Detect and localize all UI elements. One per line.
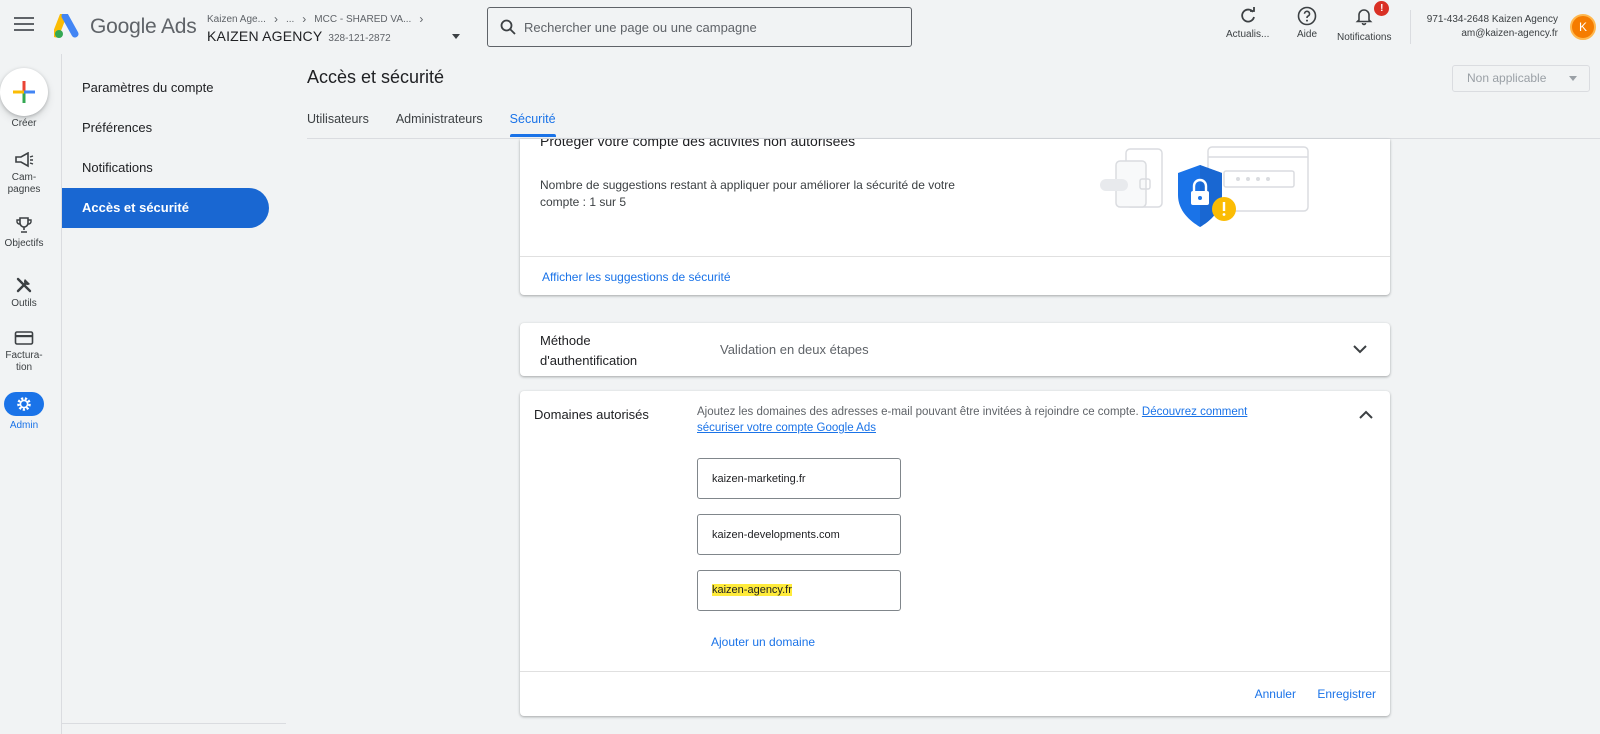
rail-admin[interactable]: Admin <box>0 392 48 432</box>
security-suggestions-card: Protéger votre compte des activités non … <box>520 139 1390 295</box>
caret-down-icon[interactable] <box>452 34 460 39</box>
save-button[interactable]: Enregistrer <box>1317 687 1376 701</box>
subnav-item-account-settings[interactable]: Paramètres du compte <box>62 68 269 108</box>
rail-create[interactable]: Créer <box>0 118 48 130</box>
plus-icon <box>13 81 35 103</box>
subnav-item-preferences[interactable]: Préférences <box>62 108 269 148</box>
rail-goals-label: Objectifs <box>4 238 44 249</box>
trophy-icon <box>16 217 32 233</box>
breadcrumb-item[interactable]: MCC - SHARED VA... <box>314 14 411 25</box>
divider <box>1410 10 1411 44</box>
search-input[interactable] <box>524 19 894 35</box>
rail-billing[interactable]: Factura- tion <box>0 330 48 374</box>
account-selector[interactable]: Kaizen Age... › ... › MCC - SHARED VA...… <box>207 12 460 44</box>
notification-badge: ! <box>1374 1 1390 16</box>
rail-campaigns[interactable]: Cam- pagnes <box>0 152 48 196</box>
tab-security[interactable]: Sécurité <box>509 104 556 137</box>
subnav-item-notifications[interactable]: Notifications <box>62 148 269 188</box>
help-button[interactable]: Aide <box>1297 6 1317 40</box>
tools-icon <box>16 277 32 293</box>
rail-admin-label: Admin <box>9 420 39 431</box>
authorized-domains-card: Domaines autorisés Ajoutez les domaines … <box>520 391 1390 716</box>
user-account-line: 971-434-2648 Kaizen Agency <box>1426 14 1558 25</box>
authorized-domains-description: Ajoutez les domaines des adresses e-mail… <box>697 404 1257 436</box>
divider <box>520 671 1390 672</box>
highlighted-domain: kaizen-agency.fr <box>712 584 792 596</box>
domain-input[interactable] <box>697 514 901 555</box>
security-card-description: Nombre de suggestions restant à applique… <box>540 178 955 209</box>
subnav-item-access-security[interactable]: Accès et sécurité <box>62 188 269 228</box>
google-ads-logo[interactable]: Google Ads <box>54 14 197 40</box>
breadcrumb-item[interactable]: ... <box>286 14 294 25</box>
megaphone-icon <box>15 152 34 168</box>
security-card-title: Protéger votre compte des activités non … <box>540 139 856 149</box>
admin-subnav: Paramètres du compte Préférences Notific… <box>62 54 286 734</box>
rail-tools-label: Outils <box>11 298 37 309</box>
chevron-up-icon[interactable] <box>1358 409 1374 421</box>
notifications-button[interactable]: ! Notifications <box>1337 1 1392 43</box>
rail-create-label: Créer <box>11 118 37 129</box>
authorized-domains-label: Domaines autorisés <box>534 407 649 422</box>
account-name: KAIZEN AGENCY <box>207 28 323 44</box>
credit-card-icon <box>14 331 34 345</box>
product-name: Google Ads <box>90 15 197 38</box>
divider <box>62 723 286 724</box>
auth-method-card[interactable]: Méthode d'authentification Validation en… <box>520 323 1390 376</box>
avatar[interactable]: K <box>1570 14 1596 40</box>
google-ads-logo-icon <box>54 14 79 38</box>
rail-goals[interactable]: Objectifs <box>0 216 48 250</box>
notifications-label: Notifications <box>1337 32 1392 43</box>
admin-pill <box>4 392 44 416</box>
auth-method-label: Méthode d'authentification <box>540 333 638 368</box>
cancel-button[interactable]: Annuler <box>1255 687 1296 701</box>
gear-icon <box>17 397 31 411</box>
menu-icon[interactable] <box>14 17 34 31</box>
authorized-domains-text: Ajoutez les domaines des adresses e-mail… <box>697 406 1142 418</box>
search-bar[interactable] <box>487 7 912 47</box>
domain-input[interactable]: kaizen-agency.fr <box>697 570 901 611</box>
status-select-value: Non applicable <box>1467 71 1547 85</box>
auth-method-value: Validation en deux étapes <box>720 342 869 357</box>
chevron-right-icon: › <box>273 12 278 26</box>
account-id: 328-121-2872 <box>328 33 391 44</box>
refresh-button[interactable]: Actualis... <box>1226 6 1269 40</box>
breadcrumb-item[interactable]: Kaizen Age... <box>207 14 266 25</box>
help-label: Aide <box>1297 29 1318 40</box>
security-illustration-icon <box>1100 146 1309 227</box>
help-icon <box>1297 6 1317 26</box>
top-bar: Google Ads Kaizen Age... › ... › MCC - S… <box>0 0 1600 54</box>
rail-billing-label: Factura- tion <box>5 350 43 373</box>
status-select[interactable]: Non applicable <box>1452 65 1590 92</box>
rail-campaigns-label: Cam- pagnes <box>7 172 41 195</box>
chevron-right-icon: › <box>302 12 307 26</box>
form-actions: Annuler Enregistrer <box>1237 687 1376 701</box>
left-rail: Créer Cam- pagnes Objectifs Outils Factu… <box>0 54 62 734</box>
bell-icon <box>1355 9 1373 26</box>
tab-administrators[interactable]: Administrateurs <box>396 104 483 136</box>
breadcrumb: Kaizen Age... › ... › MCC - SHARED VA...… <box>207 12 431 26</box>
tab-bar: Utilisateurs Administrateurs Sécurité <box>307 104 583 137</box>
rail-tools[interactable]: Outils <box>0 276 48 310</box>
chevron-down-icon[interactable] <box>1352 343 1368 355</box>
add-domain-button[interactable]: Ajouter un domaine <box>711 635 815 649</box>
user-email: am@kaizen-agency.fr <box>1461 28 1558 39</box>
user-info[interactable]: 971-434-2648 Kaizen Agency am@kaizen-age… <box>1427 13 1558 41</box>
divider <box>520 256 1390 257</box>
domain-input[interactable] <box>697 458 901 499</box>
tab-users[interactable]: Utilisateurs <box>307 104 369 136</box>
create-button[interactable] <box>0 68 48 116</box>
refresh-label: Actualis... <box>1226 29 1270 40</box>
search-icon <box>500 19 516 35</box>
caret-down-icon <box>1569 76 1577 81</box>
page-title: Accès et sécurité <box>307 67 445 87</box>
refresh-icon <box>1241 7 1255 23</box>
chevron-right-icon: › <box>419 12 424 26</box>
view-security-suggestions-link[interactable]: Afficher les suggestions de sécurité <box>542 270 731 284</box>
